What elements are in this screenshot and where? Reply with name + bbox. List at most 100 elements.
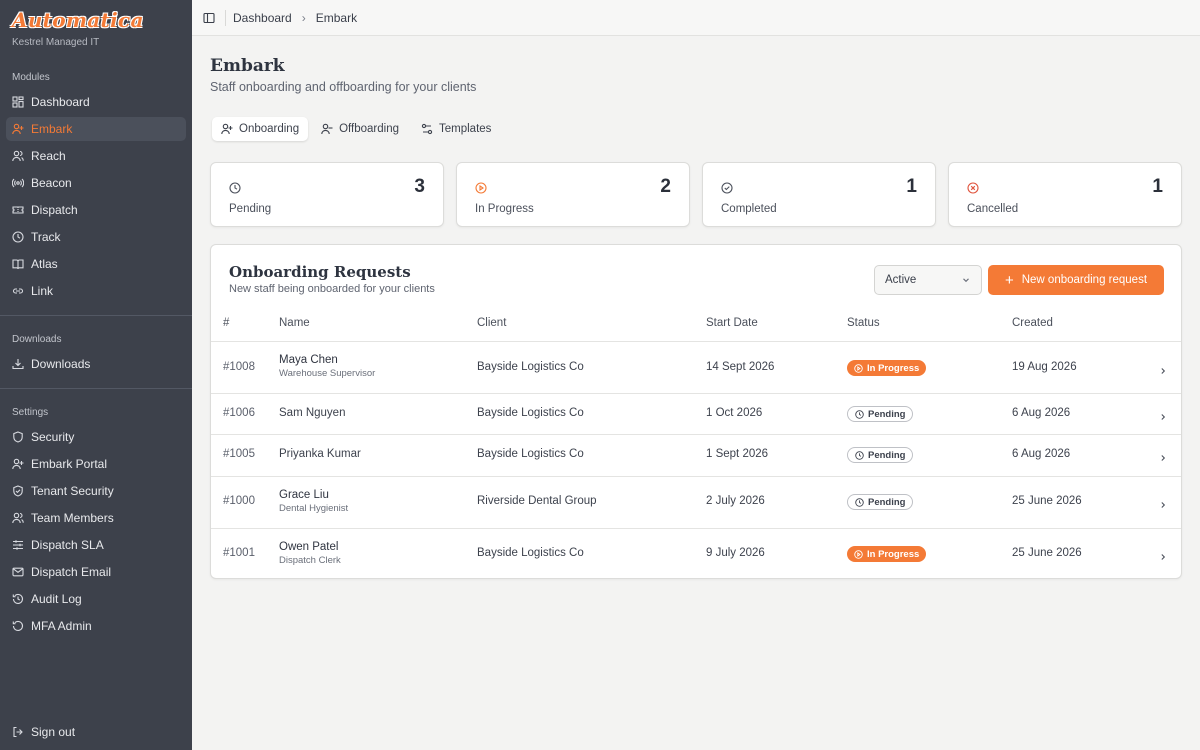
link-icon [12, 285, 24, 297]
sidebar-item-tenant-security[interactable]: Tenant Security [6, 479, 186, 503]
sidebar-item-label: Downloads [31, 357, 91, 371]
column-header-status[interactable]: Status [847, 317, 880, 329]
new-onboarding-request-button[interactable]: + New onboarding request [988, 265, 1164, 295]
stat-label: Pending [229, 203, 272, 215]
tab-bar: Onboarding Offboarding Templates [212, 117, 500, 141]
clock-icon [855, 409, 864, 419]
sidebar-item-label: Beacon [31, 176, 72, 190]
table-row[interactable]: #1008 Maya Chen Warehouse Supervisor Bay… [211, 341, 1181, 393]
org-name: Kestrel Managed IT [12, 37, 100, 48]
sidebar-item-label: Team Members [31, 511, 114, 525]
play-circle-icon [854, 363, 863, 373]
client-name: Bayside Logistics Co [477, 361, 584, 373]
sidebar-item-dashboard[interactable]: Dashboard [6, 90, 186, 114]
stat-label: Completed [721, 203, 777, 215]
sidebar-item-embark-portal[interactable]: Embark Portal [6, 452, 186, 476]
stat-value: 3 [414, 176, 425, 197]
table-row[interactable]: #1000 Grace Liu Dental Hygienist Riversi… [211, 476, 1181, 528]
sidebar-item-downloads[interactable]: Downloads [6, 352, 186, 376]
status-label: Pending [868, 449, 906, 461]
column-header-id[interactable]: # [223, 317, 229, 329]
column-header-client[interactable]: Client [477, 317, 506, 329]
tab-offboarding[interactable]: Offboarding [312, 117, 408, 141]
stat-card-pending: 3 Pending [210, 162, 444, 227]
tab-templates[interactable]: Templates [412, 117, 500, 141]
employee-name-cell: Maya Chen Warehouse Supervisor [279, 354, 375, 379]
brand-logo[interactable]: Automatica [12, 8, 144, 32]
column-header-name[interactable]: Name [279, 317, 310, 329]
sidebar-item-label: Link [31, 284, 54, 298]
sidebar-toggle-icon[interactable] [203, 12, 215, 24]
stat-card-cancelled: 1 Cancelled [948, 162, 1182, 227]
employee-role: Dispatch Clerk [279, 555, 341, 566]
ticket-icon [12, 204, 24, 216]
table-row[interactable]: #1001 Owen Patel Dispatch Clerk Bayside … [211, 528, 1181, 578]
sidebar-item-label: Dispatch SLA [31, 538, 104, 552]
column-header-created[interactable]: Created [1012, 317, 1053, 329]
sidebar-item-label: Dispatch Email [31, 565, 112, 579]
status-filter-select[interactable]: Active [874, 265, 982, 295]
check-circle-icon [721, 181, 733, 194]
users-icon [12, 150, 24, 162]
play-circle-icon [854, 549, 863, 559]
sign-out-button[interactable]: Sign out [6, 720, 186, 744]
table-row[interactable]: #1005 Priyanka Kumar Bayside Logistics C… [211, 434, 1181, 476]
request-id: #1006 [223, 407, 255, 419]
tab-onboarding[interactable]: Onboarding [212, 117, 309, 141]
status-filter-value: Active [885, 274, 917, 286]
employee-name-cell: Owen Patel Dispatch Clerk [279, 541, 341, 566]
employee-name: Priyanka Kumar [279, 448, 361, 460]
sidebar-item-label: Track [31, 230, 61, 244]
sidebar-item-beacon[interactable]: Beacon [6, 171, 186, 195]
breadcrumb-current: Embark [315, 10, 358, 25]
sidebar: Automatica Kestrel Managed IT Modules Da… [0, 0, 192, 750]
status-badge: Pending [847, 406, 914, 422]
chevron-right-icon [1158, 409, 1168, 420]
chevron-right-icon [1158, 450, 1168, 461]
panel-subtitle: New staff being onboarded for your clien… [229, 283, 435, 295]
sidebar-item-embark[interactable]: Embark [6, 117, 186, 141]
request-id: #1008 [223, 361, 255, 373]
topbar-separator [225, 9, 226, 26]
status-badge: Pending [847, 447, 914, 463]
sidebar-item-atlas[interactable]: Atlas [6, 252, 186, 276]
history-icon [12, 620, 24, 632]
employee-name-cell: Grace Liu Dental Hygienist [279, 489, 348, 514]
tab-label: Templates [439, 123, 492, 135]
sidebar-item-security[interactable]: Security [6, 425, 186, 449]
sidebar-item-audit-log[interactable]: Audit Log [6, 587, 186, 611]
mail-icon [12, 566, 24, 578]
users-icon [12, 512, 24, 524]
sidebar-item-team-members[interactable]: Team Members [6, 506, 186, 530]
user-plus-icon [221, 123, 233, 135]
sidebar-item-reach[interactable]: Reach [6, 144, 186, 168]
settings-section-label: Settings [12, 407, 49, 418]
start-date: 2 July 2026 [706, 495, 765, 507]
sidebar-divider [0, 388, 192, 389]
stat-label: Cancelled [967, 203, 1019, 215]
clock-icon [12, 231, 24, 243]
sidebar-divider [0, 315, 192, 316]
sidebar-item-link[interactable]: Link [6, 279, 186, 303]
user-plus-icon [12, 123, 24, 135]
sidebar-item-label: Embark Portal [31, 457, 108, 471]
stat-value: 1 [906, 176, 917, 197]
breadcrumb-dashboard[interactable]: Dashboard [233, 11, 292, 25]
column-header-start-date[interactable]: Start Date [706, 317, 758, 329]
sidebar-item-dispatch-sla[interactable]: Dispatch SLA [6, 533, 186, 557]
user-plus-icon [12, 458, 24, 470]
status-badge: In Progress [847, 360, 927, 376]
stat-card-completed: 1 Completed [702, 162, 936, 227]
table-row[interactable]: #1006 Sam Nguyen Bayside Logistics Co 1 … [211, 393, 1181, 434]
sidebar-item-track[interactable]: Track [6, 225, 186, 249]
start-date: 9 July 2026 [706, 547, 765, 559]
clock-icon [229, 181, 241, 194]
created-date: 6 Aug 2026 [1012, 448, 1071, 460]
sidebar-item-dispatch-email[interactable]: Dispatch Email [6, 560, 186, 584]
sidebar-item-label: MFA Admin [31, 619, 92, 633]
page-title: Embark [210, 56, 285, 76]
chevron-right-icon [1158, 497, 1168, 508]
sidebar-item-mfa-admin[interactable]: MFA Admin [6, 614, 186, 638]
modules-section-label: Modules [12, 72, 50, 83]
sidebar-item-dispatch[interactable]: Dispatch [6, 198, 186, 222]
